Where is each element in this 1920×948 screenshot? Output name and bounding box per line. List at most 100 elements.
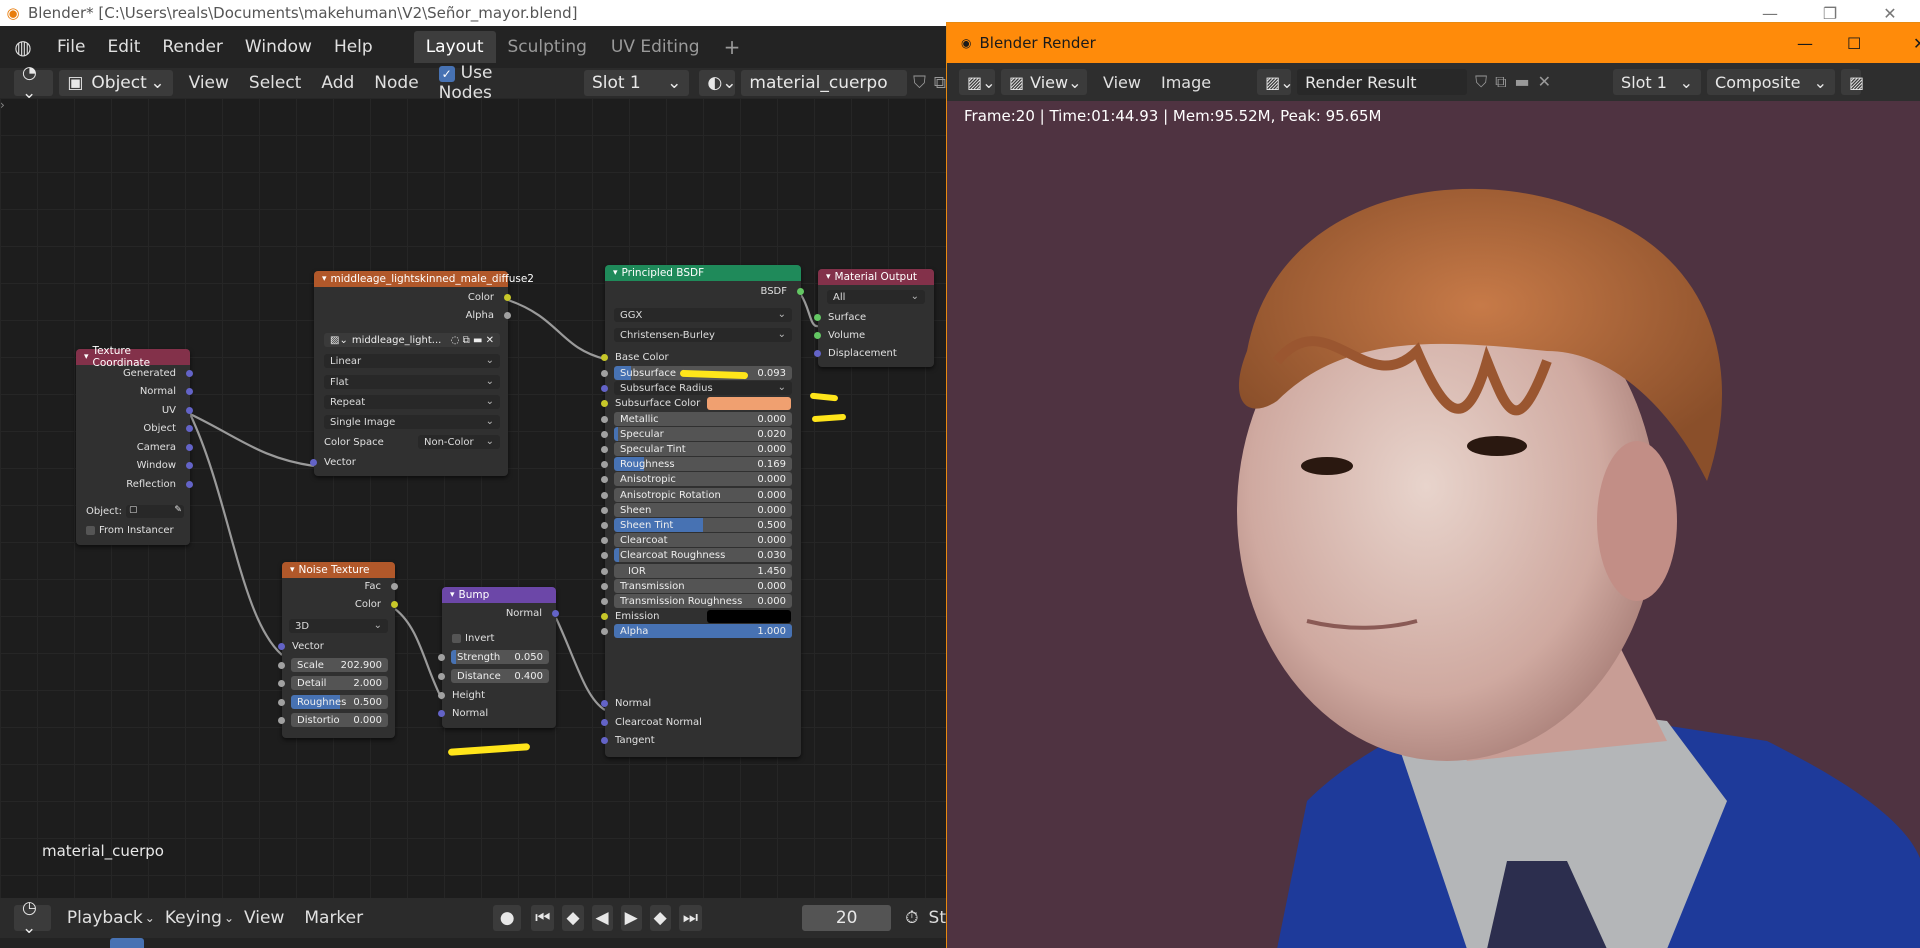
distribution-select[interactable]: GGX (614, 308, 792, 322)
socket-dot[interactable] (310, 459, 317, 466)
menu-image[interactable]: Image (1151, 73, 1221, 92)
socket-dot[interactable] (601, 354, 608, 361)
socket-dot[interactable] (797, 288, 804, 295)
socket-dot[interactable] (278, 643, 285, 650)
projection-select[interactable]: Flat (324, 375, 500, 389)
specular-tint-field[interactable]: Specular Tint 0.000 (614, 442, 792, 456)
socket-dot[interactable] (601, 507, 608, 514)
invert-checkbox[interactable]: Invert (442, 631, 556, 646)
socket-dot[interactable] (278, 662, 285, 669)
socket-dot[interactable] (186, 370, 193, 377)
source-select[interactable]: Single Image (324, 415, 500, 429)
socket-dot[interactable] (186, 388, 193, 395)
socket-dot[interactable] (814, 332, 821, 339)
maximize-icon[interactable]: ☐ (1847, 34, 1861, 53)
menu-render[interactable]: Render (151, 37, 234, 57)
fake-user-icon[interactable]: ⛉ (913, 73, 926, 93)
menu-playback[interactable]: Playback (57, 908, 153, 928)
node-bump[interactable]: Bump Normal Invert Strength0.050 Distanc… (438, 587, 559, 728)
socket-dot[interactable] (504, 294, 511, 301)
anisotropic-rotation-field[interactable]: Anisotropic Rotation 0.000 (614, 488, 792, 502)
slot-select[interactable]: Slot 1 ⌄ (1613, 69, 1702, 95)
slot-select[interactable]: Slot 1 ⌄ (583, 70, 690, 96)
socket-dot[interactable] (391, 601, 398, 608)
target-select[interactable]: All (827, 290, 925, 304)
socket-dot[interactable] (278, 717, 285, 724)
play-icon[interactable]: ▶ (620, 905, 642, 931)
node-canvas[interactable]: › Texture Coordinate Generated Normal UV… (0, 98, 946, 898)
ior-field[interactable]: IOR 1.450 (614, 564, 792, 578)
socket-dot[interactable] (601, 737, 608, 744)
metallic-field[interactable]: Metallic 0.000 (614, 412, 792, 426)
sheen-field[interactable]: Sheen 0.000 (614, 503, 792, 517)
node-material-output[interactable]: Material Output All Surface Volume Displ… (814, 269, 934, 367)
socket-dot[interactable] (814, 314, 821, 321)
record-icon[interactable]: ● (493, 905, 522, 931)
start-frame-label[interactable]: St (929, 908, 946, 928)
tab-uv-editing[interactable]: UV Editing (599, 31, 712, 63)
extension-select[interactable]: Repeat (324, 395, 500, 409)
transmission-roughness-field[interactable]: Transmission Roughness 0.000 (614, 594, 792, 608)
menu-node[interactable]: Node (364, 73, 428, 93)
interpolation-select[interactable]: Linear (324, 354, 500, 368)
clearcoat-roughness-field[interactable]: Clearcoat Roughness 0.030 (614, 548, 792, 562)
image-browse-icon[interactable]: ▨⌄ (1257, 69, 1294, 95)
socket-dot[interactable] (504, 312, 511, 319)
editor-type-icon[interactable]: ▨⌄ (959, 69, 996, 95)
menu-marker[interactable]: Marker (294, 908, 373, 928)
colorspace-select[interactable]: Non-Color (418, 435, 500, 449)
anisotropic-field[interactable]: Anisotropic 0.000 (614, 472, 792, 486)
detail-field[interactable]: Detail 2.000 (291, 676, 388, 690)
clearcoat-field[interactable]: Clearcoat 0.000 (614, 533, 792, 547)
roughness-field[interactable]: Roughness 0.169 (614, 457, 792, 471)
distance-field[interactable]: Distance 0.400 (451, 669, 549, 683)
subsurface-radius-select[interactable]: Subsurface Radius (614, 381, 792, 395)
socket-dot[interactable] (601, 476, 608, 483)
socket-dot[interactable] (601, 598, 608, 605)
next-keyframe-icon[interactable]: ◆ (649, 905, 671, 931)
socket-dot[interactable] (601, 537, 608, 544)
object-field[interactable]: Object: ▢ ✎ (76, 504, 190, 519)
editor-type-icon[interactable]: ◔ ⌄ (14, 63, 54, 103)
menu-view[interactable]: View (234, 908, 294, 928)
roughness-field[interactable]: Roughnes 0.500 (291, 695, 388, 709)
socket-dot[interactable] (438, 654, 445, 661)
use-nodes-checkbox[interactable]: ✓ Use Nodes (429, 63, 558, 103)
display-icon[interactable]: ▨ (1841, 69, 1864, 95)
timeline-editor-icon[interactable]: ◷ ⌄ (14, 898, 51, 938)
node-texture-coordinate[interactable]: Texture Coordinate Generated Normal UV O… (76, 345, 193, 545)
minimize-icon[interactable]: — (1797, 34, 1813, 53)
socket-dot[interactable] (601, 416, 608, 423)
transmission-field[interactable]: Transmission 0.000 (614, 579, 792, 593)
socket-dot[interactable] (601, 719, 608, 726)
emission-swatch[interactable] (707, 610, 791, 623)
mode-select[interactable]: ▣ Object ⌄ (59, 70, 173, 96)
blender-menu-icon[interactable]: ◍ (0, 35, 46, 59)
view-mode-select[interactable]: ▨ View ⌄ (1001, 69, 1087, 95)
node-noise-texture[interactable]: Noise Texture Fac Color 3D Vector Scale2… (278, 562, 398, 738)
strength-field[interactable]: Strength 0.050 (451, 650, 549, 664)
socket-dot[interactable] (438, 673, 445, 680)
new-material-icon[interactable]: ⧉ (934, 73, 946, 93)
stopwatch-icon[interactable]: ⏱ (905, 908, 918, 928)
socket-dot[interactable] (391, 583, 398, 590)
socket-dot[interactable] (601, 568, 608, 575)
socket-dot[interactable] (601, 492, 608, 499)
socket-dot[interactable] (186, 462, 193, 469)
socket-dot[interactable] (601, 700, 608, 707)
menu-window[interactable]: Window (234, 37, 323, 57)
image-actions-icon[interactable]: ⛉⧉▬✕ (1475, 72, 1559, 92)
material-name-field[interactable]: material_cuerpo (741, 70, 908, 96)
tab-sculpting[interactable]: Sculpting (496, 31, 599, 63)
subsurface-color-swatch[interactable] (707, 397, 791, 410)
node-image-texture[interactable]: middleage_lightskinned_male_diffuse2 Col… (310, 271, 534, 476)
menu-file[interactable]: File (46, 37, 96, 57)
render-pass-select[interactable]: Composite ⌄ (1707, 69, 1836, 95)
menu-view[interactable]: View (179, 73, 239, 93)
menu-edit[interactable]: Edit (96, 37, 151, 57)
sheen-tint-field[interactable]: Sheen Tint 0.500 (614, 518, 792, 532)
current-frame-field[interactable]: 20 (802, 905, 892, 931)
add-workspace-icon[interactable]: + (712, 29, 753, 65)
socket-dot[interactable] (814, 350, 821, 357)
socket-dot[interactable] (601, 552, 608, 559)
